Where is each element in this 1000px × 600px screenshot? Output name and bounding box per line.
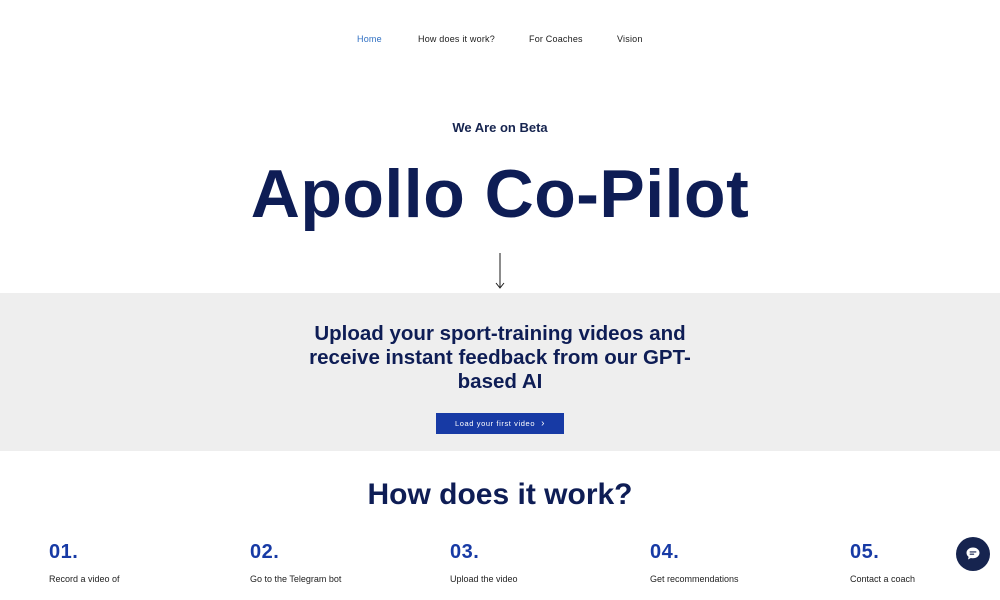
page-title: Apollo Co-Pilot xyxy=(250,156,750,232)
step-number: 03. xyxy=(450,541,480,563)
step-number: 02. xyxy=(250,541,280,563)
arrow-down-icon xyxy=(495,253,505,289)
step-text: Go to the Telegram bot xyxy=(250,574,342,584)
step-number: 04. xyxy=(650,541,680,563)
top-navigation: Home How does it work? For Coaches Visio… xyxy=(0,0,1000,80)
hero-band: Upload your sport-training videos and re… xyxy=(0,293,1000,451)
nav-item-for-coaches[interactable]: For Coaches xyxy=(529,34,583,44)
load-first-video-label: Load your first video xyxy=(454,419,536,428)
step-item: 04. Get recommendations xyxy=(650,541,790,584)
step-text: Record a video of xyxy=(49,574,120,584)
hero-description: Upload your sport-training videos and re… xyxy=(309,322,691,393)
step-number: 01. xyxy=(49,541,79,563)
nav-item-home[interactable]: Home xyxy=(357,34,382,44)
chat-button[interactable] xyxy=(956,537,990,571)
chevron-right-icon: › xyxy=(541,417,546,429)
step-item: 02. Go to the Telegram bot xyxy=(250,541,390,584)
step-item: 01. Record a video of xyxy=(49,541,189,584)
step-item: 03. Upload the video xyxy=(450,541,590,584)
step-text: Get recommendations xyxy=(650,574,739,584)
chat-bubble-icon xyxy=(966,547,980,560)
how-section-title: How does it work? xyxy=(367,478,633,511)
load-first-video-button[interactable]: Load your first video › xyxy=(436,413,564,434)
beta-label: We Are on Beta xyxy=(452,120,548,135)
step-text: Contact a coach xyxy=(850,574,916,584)
nav-item-vision[interactable]: Vision xyxy=(617,34,643,44)
step-text: Upload the video xyxy=(450,574,518,584)
nav-item-how-does-it-work[interactable]: How does it work? xyxy=(418,34,495,44)
